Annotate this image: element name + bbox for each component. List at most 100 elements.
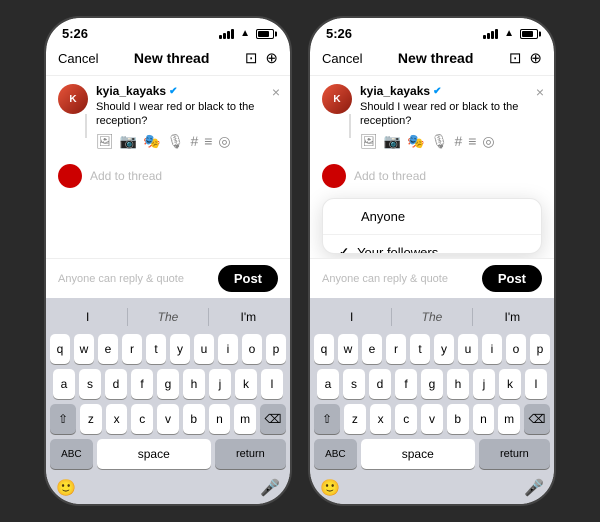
key-n[interactable]: n xyxy=(209,404,231,434)
key-w[interactable]: w xyxy=(74,334,94,364)
key-h[interactable]: h xyxy=(183,369,205,399)
key-l[interactable]: l xyxy=(261,369,283,399)
suggestion-the-right[interactable]: The xyxy=(392,308,472,326)
dropdown-followers[interactable]: ✓ Your followers xyxy=(323,235,541,254)
key-a[interactable]: a xyxy=(53,369,75,399)
key-w-r[interactable]: w xyxy=(338,334,358,364)
hash-icon[interactable]: # xyxy=(190,133,198,150)
key-f[interactable]: f xyxy=(131,369,153,399)
key-p-r[interactable]: p xyxy=(530,334,550,364)
key-r[interactable]: r xyxy=(122,334,142,364)
key-abc[interactable]: ABC xyxy=(50,439,93,469)
close-button-left[interactable]: × xyxy=(272,84,280,100)
more-icon-left[interactable]: ⊕ xyxy=(265,49,278,67)
key-i-r[interactable]: i xyxy=(482,334,502,364)
key-g-r[interactable]: g xyxy=(421,369,443,399)
key-j-r[interactable]: j xyxy=(473,369,495,399)
key-backspace[interactable]: ⌫ xyxy=(260,404,286,434)
key-l-r[interactable]: l xyxy=(525,369,547,399)
key-m-r[interactable]: m xyxy=(498,404,520,434)
reply-quote-label-right[interactable]: Anyone can reply & quote xyxy=(322,273,448,285)
key-g[interactable]: g xyxy=(157,369,179,399)
key-backspace-r[interactable]: ⌫ xyxy=(524,404,550,434)
suggestion-the-left[interactable]: The xyxy=(128,308,208,326)
key-h-r[interactable]: h xyxy=(447,369,469,399)
key-r-r[interactable]: r xyxy=(386,334,406,364)
copy-icon-left[interactable]: ⊡ xyxy=(245,49,258,67)
key-o-r[interactable]: o xyxy=(506,334,526,364)
key-v-r[interactable]: v xyxy=(421,404,443,434)
image-icon[interactable]: 🖼 xyxy=(96,133,114,150)
key-return-r[interactable]: return xyxy=(479,439,550,469)
image-icon-r[interactable]: 🖼 xyxy=(360,133,378,150)
key-o[interactable]: o xyxy=(242,334,262,364)
key-x[interactable]: x xyxy=(106,404,128,434)
key-u-r[interactable]: u xyxy=(458,334,478,364)
key-u[interactable]: u xyxy=(194,334,214,364)
dropdown-anyone[interactable]: Anyone xyxy=(323,199,541,235)
camera-icon[interactable]: 📷 xyxy=(120,133,137,150)
key-z-r[interactable]: z xyxy=(344,404,366,434)
close-button-right[interactable]: × xyxy=(536,84,544,100)
mic-icon-r[interactable]: 🎙 xyxy=(431,133,449,150)
key-f-r[interactable]: f xyxy=(395,369,417,399)
key-m[interactable]: m xyxy=(234,404,256,434)
key-shift[interactable]: ⇧ xyxy=(50,404,76,434)
key-q-r[interactable]: q xyxy=(314,334,334,364)
key-x-r[interactable]: x xyxy=(370,404,392,434)
key-j[interactable]: j xyxy=(209,369,231,399)
key-z[interactable]: z xyxy=(80,404,102,434)
key-e-r[interactable]: e xyxy=(362,334,382,364)
key-b[interactable]: b xyxy=(183,404,205,434)
key-y-r[interactable]: y xyxy=(434,334,454,364)
key-y[interactable]: y xyxy=(170,334,190,364)
add-thread-right[interactable]: Add to thread xyxy=(310,158,554,194)
mic-accessory-icon-left[interactable]: 🎤 xyxy=(260,478,280,498)
key-n-r[interactable]: n xyxy=(473,404,495,434)
suggestion-i-right[interactable]: I xyxy=(312,308,392,326)
key-c-r[interactable]: c xyxy=(395,404,417,434)
key-s-r[interactable]: s xyxy=(343,369,365,399)
suggestion-i-left[interactable]: I xyxy=(48,308,128,326)
post-button-left[interactable]: Post xyxy=(218,265,278,292)
key-t[interactable]: t xyxy=(146,334,166,364)
suggestion-im-left[interactable]: I'm xyxy=(209,308,288,326)
key-s[interactable]: s xyxy=(79,369,101,399)
post-button-right[interactable]: Post xyxy=(482,265,542,292)
key-d-r[interactable]: d xyxy=(369,369,391,399)
key-q[interactable]: q xyxy=(50,334,70,364)
reply-quote-label-left[interactable]: Anyone can reply & quote xyxy=(58,273,184,285)
key-p[interactable]: p xyxy=(266,334,286,364)
camera-icon-r[interactable]: 📷 xyxy=(384,133,401,150)
key-return[interactable]: return xyxy=(215,439,286,469)
key-space[interactable]: space xyxy=(97,439,211,469)
key-b-r[interactable]: b xyxy=(447,404,469,434)
hash-icon-r[interactable]: # xyxy=(454,133,462,150)
cancel-button-right[interactable]: Cancel xyxy=(322,51,362,66)
key-shift-r[interactable]: ⇧ xyxy=(314,404,340,434)
mic-icon[interactable]: 🎙 xyxy=(167,133,185,150)
key-i[interactable]: i xyxy=(218,334,238,364)
location-icon[interactable]: ◎ xyxy=(218,133,230,150)
mic-accessory-icon-right[interactable]: 🎤 xyxy=(524,478,544,498)
key-a-r[interactable]: a xyxy=(317,369,339,399)
copy-icon-right[interactable]: ⊡ xyxy=(509,49,522,67)
key-space-r[interactable]: space xyxy=(361,439,475,469)
key-k-r[interactable]: k xyxy=(499,369,521,399)
key-c[interactable]: c xyxy=(131,404,153,434)
list-icon[interactable]: ≡ xyxy=(204,133,212,150)
cancel-button-left[interactable]: Cancel xyxy=(58,51,98,66)
gif-icon[interactable]: 🎭 xyxy=(143,133,160,150)
location-icon-r[interactable]: ◎ xyxy=(482,133,494,150)
key-abc-r[interactable]: ABC xyxy=(314,439,357,469)
key-v[interactable]: v xyxy=(157,404,179,434)
emoji-icon-right[interactable]: 🙂 xyxy=(320,478,340,498)
key-t-r[interactable]: t xyxy=(410,334,430,364)
key-d[interactable]: d xyxy=(105,369,127,399)
suggestion-im-right[interactable]: I'm xyxy=(473,308,552,326)
more-icon-right[interactable]: ⊕ xyxy=(529,49,542,67)
key-k[interactable]: k xyxy=(235,369,257,399)
gif-icon-r[interactable]: 🎭 xyxy=(407,133,424,150)
list-icon-r[interactable]: ≡ xyxy=(468,133,476,150)
emoji-icon-left[interactable]: 🙂 xyxy=(56,478,76,498)
